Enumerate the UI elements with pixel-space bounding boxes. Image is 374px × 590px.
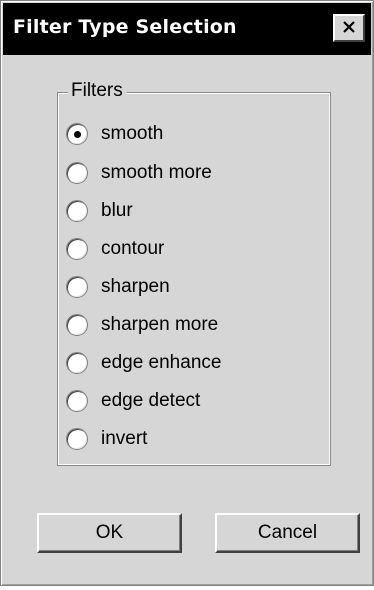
radio-selected-dot (74, 131, 81, 138)
radio-label: edge enhance (101, 352, 222, 373)
ok-button[interactable]: OK (37, 513, 182, 553)
radio-label: invert (101, 428, 148, 449)
radio-label: sharpen more (101, 314, 219, 335)
radio-button[interactable] (66, 352, 88, 374)
radio-label: smooth (101, 123, 164, 144)
radio-option-sharpen[interactable]: sharpen (66, 273, 170, 301)
radio-option-invert[interactable]: invert (66, 425, 147, 453)
radio-button[interactable] (66, 314, 88, 336)
filters-group-label: Filters (68, 80, 127, 102)
radio-option-edge-enhance[interactable]: edge enhance (66, 349, 221, 377)
close-button[interactable] (333, 14, 365, 42)
radio-label: smooth more (101, 162, 212, 183)
radio-label: blur (101, 200, 133, 221)
radio-label: edge detect (101, 390, 201, 411)
radio-option-blur[interactable]: blur (66, 197, 133, 225)
radio-button[interactable] (66, 123, 88, 145)
radio-button[interactable] (66, 238, 88, 260)
title-bar[interactable]: Filter Type Selection (3, 3, 371, 55)
radio-option-sharpen-more[interactable]: sharpen more (66, 311, 218, 339)
radio-option-smooth-more[interactable]: smooth more (66, 159, 212, 187)
radio-option-smooth[interactable]: smooth (66, 120, 163, 148)
radio-button[interactable] (66, 162, 88, 184)
radio-option-contour[interactable]: contour (66, 235, 164, 263)
radio-button[interactable] (66, 390, 88, 412)
radio-option-edge-detect[interactable]: edge detect (66, 387, 200, 415)
radio-button[interactable] (66, 200, 88, 222)
close-icon (343, 21, 355, 33)
cancel-button[interactable]: Cancel (215, 513, 360, 553)
radio-label: contour (101, 238, 165, 259)
dialog-title: Filter Type Selection (13, 16, 237, 38)
radio-button[interactable] (66, 276, 88, 298)
radio-button[interactable] (66, 428, 88, 450)
radio-label: sharpen (101, 276, 170, 297)
